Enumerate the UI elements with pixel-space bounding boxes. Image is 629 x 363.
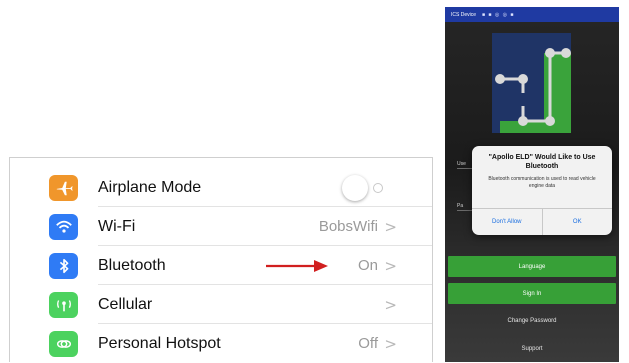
wifi-network-value: BobsWifi	[318, 218, 378, 235]
status-icons: ■ ■ ◎ ◎ ■	[482, 11, 515, 18]
support-link[interactable]: Support	[445, 346, 619, 352]
status-carrier: ICS Device	[451, 11, 477, 18]
toggle-knob	[342, 174, 368, 201]
chevron-right-icon: >	[384, 295, 397, 314]
settings-row-label: Personal Hotspot	[98, 334, 221, 352]
dialog-message: Bluetooth communication is used to read …	[488, 176, 596, 189]
dont-allow-button[interactable]: Don't Allow	[472, 209, 542, 235]
change-password-link[interactable]: Change Password	[445, 318, 619, 324]
chevron-right-icon: >	[384, 217, 397, 236]
hotspot-status-value: Off	[358, 335, 378, 352]
chevron-right-icon: >	[384, 256, 397, 275]
apollo-eld-logo	[492, 33, 571, 133]
sign-in-button[interactable]: Sign In	[448, 283, 616, 304]
toggle-off-indicator	[373, 182, 383, 193]
settings-row-label: Wi-Fi	[98, 217, 136, 235]
bluetooth-icon	[49, 252, 78, 279]
bluetooth-status-value: On	[357, 257, 378, 274]
settings-row-cellular[interactable]: Cellular >	[10, 285, 432, 324]
dialog-title: "Apollo ELD" Would Like to Use Bluetooth	[488, 154, 596, 170]
password-field-label: Pa	[457, 203, 464, 209]
settings-row-bluetooth[interactable]: Bluetooth On >	[10, 246, 432, 285]
dialog-actions: Don't Allow OK	[472, 208, 612, 235]
hotspot-icon	[49, 330, 78, 357]
android-app-screen: ICS Device ■ ■ ◎ ◎ ■ Use Pa "Apollo ELD"…	[445, 7, 619, 362]
cellular-icon	[49, 291, 78, 318]
settings-row-personal-hotspot[interactable]: Personal Hotspot Off >	[10, 324, 432, 363]
red-arrow-icon	[266, 260, 328, 272]
chevron-right-icon: >	[384, 334, 397, 353]
settings-row-label: Bluetooth	[98, 256, 166, 274]
ok-button[interactable]: OK	[541, 209, 613, 235]
airplane-mode-toggle[interactable]	[342, 174, 392, 202]
language-button[interactable]: Language	[448, 256, 616, 277]
username-field-label: Use	[457, 161, 466, 167]
bluetooth-permission-dialog: "Apollo ELD" Would Like to Use Bluetooth…	[472, 146, 612, 235]
settings-list: Airplane Mode Wi-Fi BobsWifi > Bluetooth…	[9, 157, 433, 362]
status-bar: ICS Device ■ ■ ◎ ◎ ■	[445, 7, 619, 22]
settings-row-wifi[interactable]: Wi-Fi BobsWifi >	[10, 207, 432, 246]
airplane-icon	[49, 174, 78, 201]
settings-row-airplane-mode[interactable]: Airplane Mode	[10, 168, 432, 207]
settings-row-label: Airplane Mode	[98, 178, 202, 196]
wifi-icon	[49, 213, 78, 240]
settings-row-label: Cellular	[98, 295, 153, 313]
